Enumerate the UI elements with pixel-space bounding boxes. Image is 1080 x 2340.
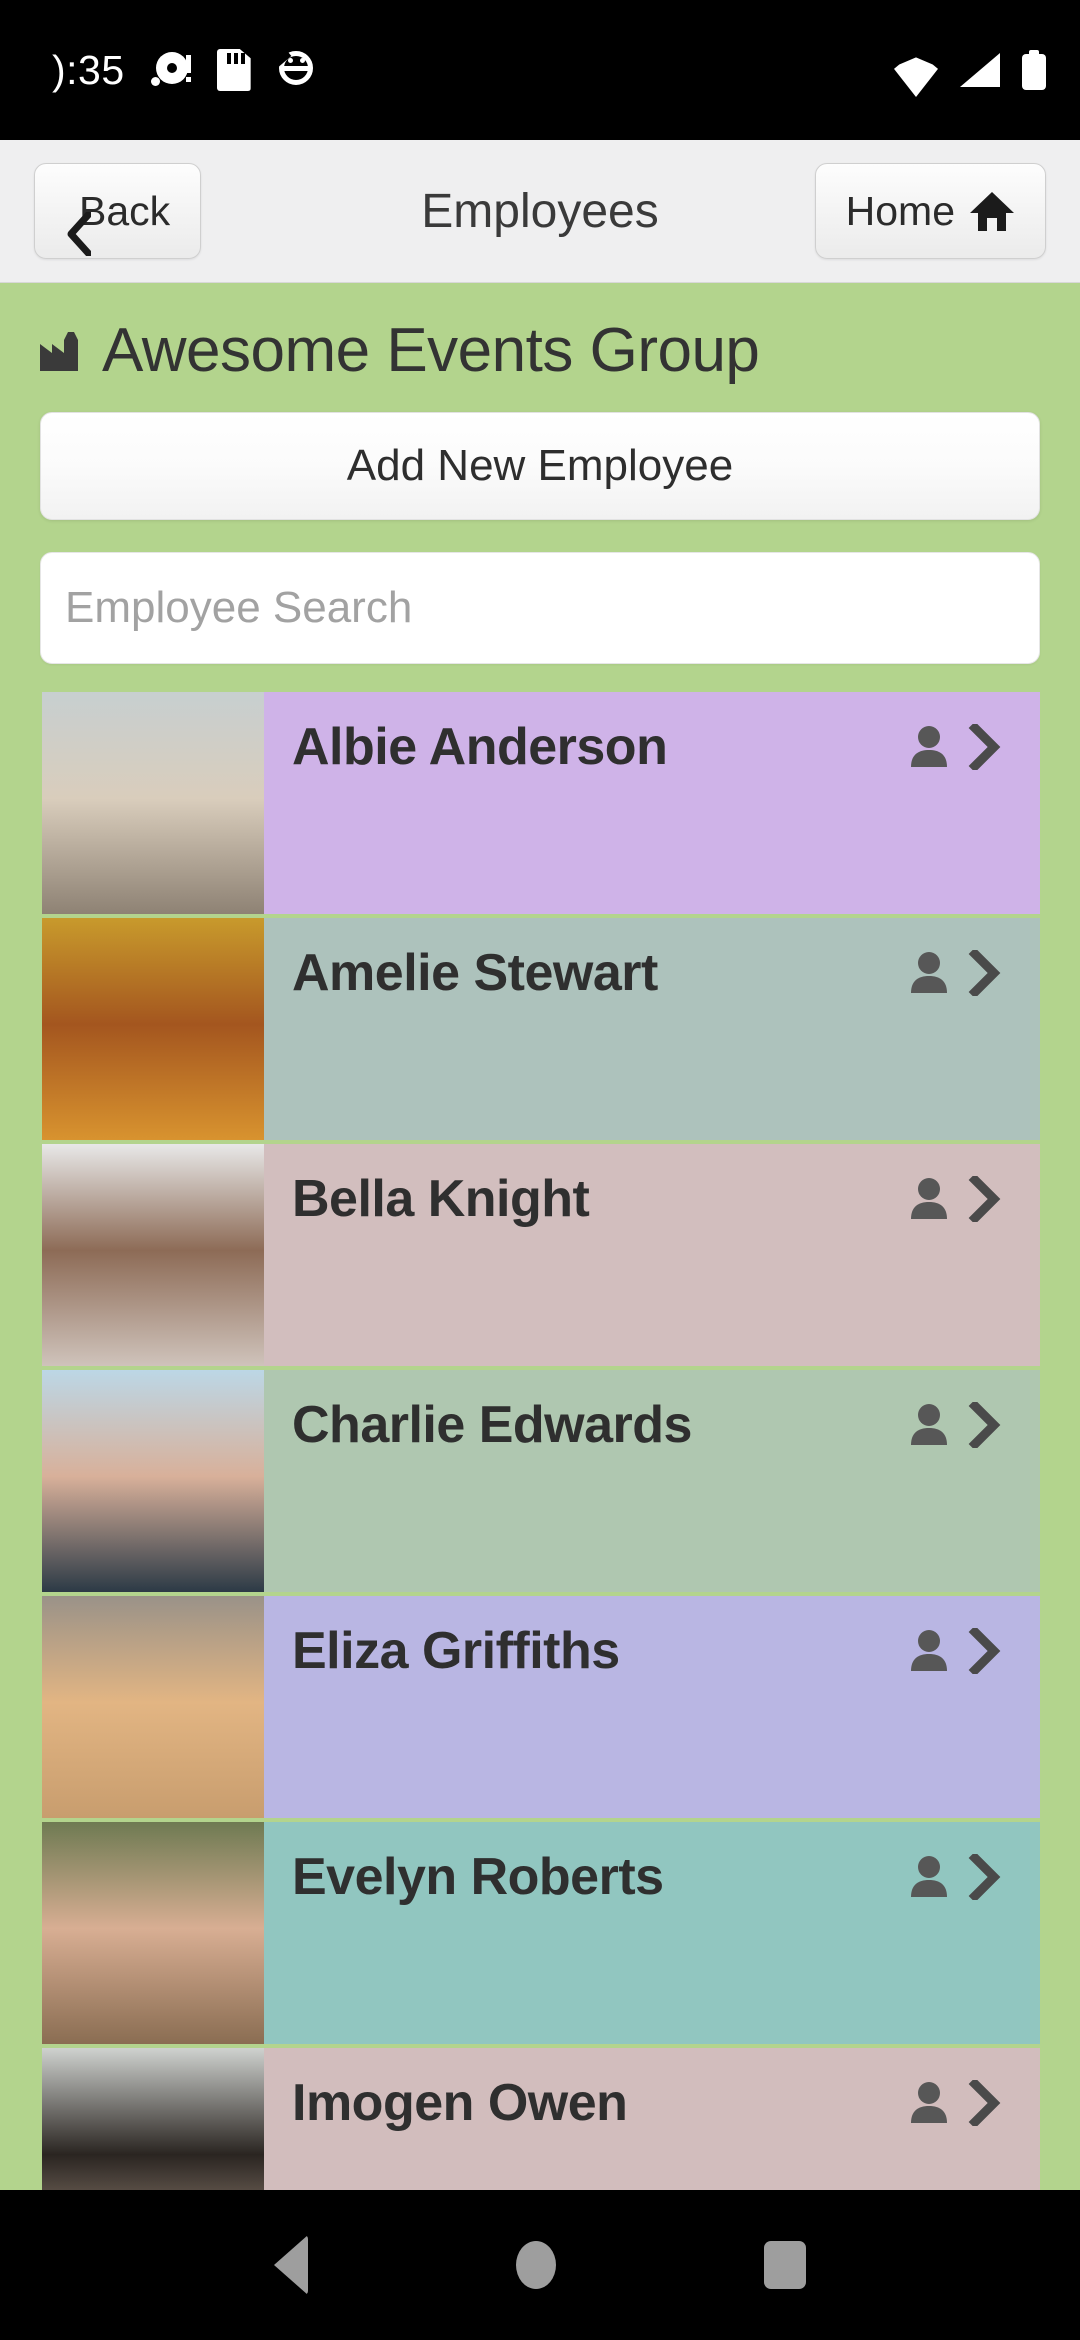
phone-screen: ):35 Employees Back Home Awesome Events … [0, 0, 1080, 2340]
android-home-icon[interactable] [516, 2241, 556, 2289]
person-icon[interactable] [908, 725, 950, 769]
chevron-right-icon[interactable] [968, 1399, 1002, 1451]
employee-row-body: Imogen Owen [264, 2048, 1040, 2190]
employee-row-icons [908, 944, 1002, 999]
employee-avatar [42, 1596, 264, 1818]
employee-row-body: Charlie Edwards [264, 1370, 1040, 1592]
employee-row[interactable]: Charlie Edwards [42, 1370, 1040, 1592]
employee-avatar [42, 1822, 264, 2044]
factory-icon [38, 330, 84, 372]
employee-row-icons [908, 718, 1002, 773]
home-icon [969, 189, 1015, 233]
employee-avatar [42, 1144, 264, 1366]
wifi-icon [894, 53, 938, 87]
status-bar-right [894, 50, 1046, 90]
app-navigation-bar: Employees Back Home [0, 140, 1080, 283]
employee-row[interactable]: Imogen Owen [42, 2048, 1040, 2190]
android-back-icon[interactable] [274, 2235, 308, 2295]
home-button-label: Home [845, 187, 955, 234]
status-clock: ):35 [52, 46, 125, 93]
organization-name: Awesome Events Group [102, 316, 760, 385]
employee-row[interactable]: Bella Knight [42, 1144, 1040, 1366]
android-debug-icon [274, 50, 315, 90]
employee-row-icons [908, 1622, 1002, 1677]
employee-row-icons [908, 2074, 1002, 2129]
employee-row-body: Eliza Griffiths [264, 1596, 1040, 1818]
status-bar: ):35 [0, 0, 1080, 140]
employee-name: Imogen Owen [292, 2074, 628, 2132]
back-button[interactable]: Back [34, 163, 202, 259]
employee-row[interactable]: Albie Anderson [42, 692, 1040, 914]
main-content: Awesome Events Group Add New Employee Al… [0, 283, 1080, 2190]
employee-row-body: Amelie Stewart [264, 918, 1040, 1140]
employee-row[interactable]: Amelie Stewart [42, 918, 1040, 1140]
employee-row-body: Evelyn Roberts [264, 1822, 1040, 2044]
employee-name: Bella Knight [292, 1170, 590, 1228]
cellular-signal-icon [960, 53, 1000, 87]
person-icon[interactable] [908, 2081, 950, 2125]
android-recents-icon[interactable] [764, 2241, 806, 2289]
back-button-label: Back [79, 187, 171, 234]
employee-avatar [42, 2048, 264, 2190]
employee-avatar [42, 1370, 264, 1592]
add-new-employee-label: Add New Employee [346, 441, 734, 490]
chevron-right-icon[interactable] [968, 1625, 1002, 1677]
chevron-right-icon[interactable] [968, 947, 1002, 999]
home-button[interactable]: Home [814, 163, 1046, 259]
employee-row[interactable]: Eliza Griffiths [42, 1596, 1040, 1818]
employee-name: Charlie Edwards [292, 1396, 692, 1454]
chevron-right-icon[interactable] [968, 1173, 1002, 1225]
employee-row[interactable]: Evelyn Roberts [42, 1822, 1040, 2044]
employee-row-body: Bella Knight [264, 1144, 1040, 1366]
employee-row-body: Albie Anderson [264, 692, 1040, 914]
employee-row-icons [908, 1396, 1002, 1451]
chevron-right-icon[interactable] [968, 721, 1002, 773]
employee-name: Evelyn Roberts [292, 1848, 664, 1906]
chevron-right-icon[interactable] [968, 2077, 1002, 2129]
add-new-employee-button[interactable]: Add New Employee [40, 412, 1040, 520]
employee-search-input[interactable] [40, 552, 1040, 664]
employee-list: Albie Anderson Amelie Stewart Bella Knight… [0, 692, 1080, 2190]
employee-name: Eliza Griffiths [292, 1622, 620, 1680]
employee-name: Amelie Stewart [292, 944, 658, 1002]
employee-row-icons [908, 1170, 1002, 1225]
sd-card-icon [216, 49, 251, 91]
person-icon[interactable] [908, 951, 950, 995]
employee-row-icons [908, 1848, 1002, 1903]
person-icon[interactable] [908, 1855, 950, 1899]
search-container [40, 552, 1040, 664]
employee-avatar [42, 918, 264, 1140]
battery-icon [1022, 50, 1046, 90]
employee-avatar [42, 692, 264, 914]
person-icon[interactable] [908, 1629, 950, 1673]
employee-name: Albie Anderson [292, 718, 668, 776]
person-icon[interactable] [908, 1177, 950, 1221]
chevron-right-icon[interactable] [968, 1851, 1002, 1903]
status-bar-left: ):35 [52, 47, 315, 94]
record-disc-icon [150, 50, 191, 90]
person-icon[interactable] [908, 1403, 950, 1447]
organization-header: Awesome Events Group [0, 283, 1080, 412]
android-navigation-bar [0, 2190, 1080, 2340]
